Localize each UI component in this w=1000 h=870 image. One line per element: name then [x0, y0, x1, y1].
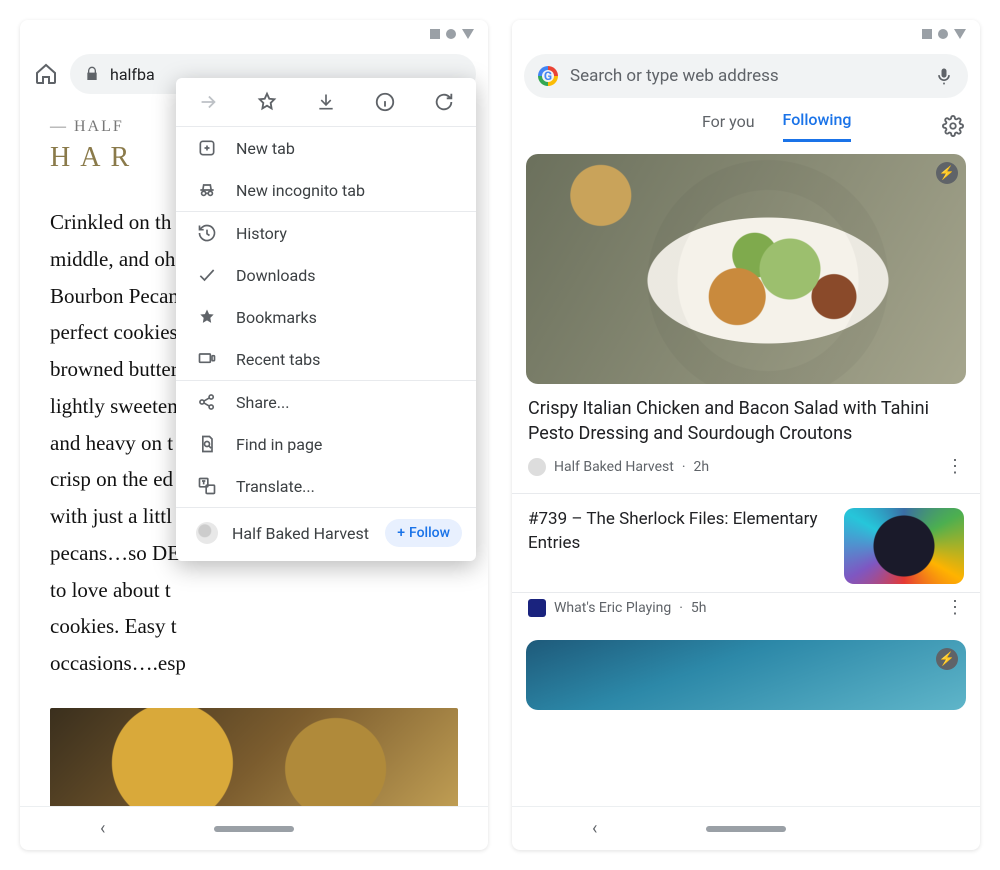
follow-button[interactable]: + Follow [385, 519, 462, 547]
menu-label: Translate... [236, 477, 315, 496]
menu-recent-tabs[interactable]: Recent tabs [176, 338, 476, 380]
feed-card[interactable]: #739 – The Sherlock Files: Elementary En… [512, 494, 980, 593]
star-icon[interactable] [255, 90, 279, 114]
menu-icon-row [176, 78, 476, 127]
blog-hero-image [50, 708, 458, 806]
overflow-menu: New tab New incognito tab History Downlo… [176, 78, 476, 561]
gear-icon[interactable] [942, 115, 964, 137]
status-square-icon [922, 29, 932, 39]
translate-icon [196, 476, 218, 496]
site-favicon [196, 522, 218, 544]
amp-badge-icon: ⚡ [936, 162, 958, 184]
card-title: Crispy Italian Chicken and Bacon Salad w… [512, 384, 980, 452]
source-favicon [528, 458, 546, 476]
menu-bookmarks[interactable]: Bookmarks [176, 296, 476, 338]
mic-icon[interactable] [934, 66, 954, 86]
system-nav-bar: ‹ [20, 806, 488, 850]
card-title: #739 – The Sherlock Files: Elementary En… [528, 508, 832, 556]
feed: ⚡ Crispy Italian Chicken and Bacon Salad… [512, 142, 980, 806]
amp-badge-icon: ⚡ [936, 648, 958, 670]
menu-label: Recent tabs [236, 350, 320, 369]
status-circle-icon [446, 29, 456, 39]
find-in-page-icon [196, 434, 218, 454]
menu-label: History [236, 224, 287, 243]
check-icon [196, 265, 218, 285]
card-hero-image: ⚡ [526, 154, 966, 384]
system-nav-bar: ‹ [512, 806, 980, 850]
download-icon[interactable] [314, 90, 338, 114]
dot-sep: · [682, 459, 686, 475]
status-bar [20, 20, 488, 48]
home-button[interactable] [32, 60, 60, 88]
status-square-icon [430, 29, 440, 39]
menu-translate[interactable]: Translate... [176, 465, 476, 507]
tab-following[interactable]: Following [783, 110, 852, 142]
overflow-dots-icon[interactable]: ⋮ [946, 597, 964, 618]
address-text: halfba [110, 65, 155, 84]
card-meta: What's Eric Playing · 5h ⋮ [512, 593, 980, 628]
menu-label: Bookmarks [236, 308, 317, 327]
back-chevron-icon[interactable]: ‹ [592, 818, 597, 839]
card-source: Half Baked Harvest [554, 459, 674, 475]
overflow-dots-icon[interactable]: ⋮ [946, 456, 964, 477]
phone-left: halfba HALF HAR Crinkled on th middle, a… [20, 20, 488, 850]
feed-card[interactable]: ⚡ [526, 640, 966, 710]
menu-downloads[interactable]: Downloads [176, 254, 476, 296]
follow-label: Follow [409, 525, 450, 541]
card-thumbnail [844, 508, 964, 584]
menu-new-tab[interactable]: New tab [176, 127, 476, 169]
incognito-icon [196, 180, 218, 200]
google-logo-icon [538, 66, 558, 86]
recent-tabs-icon [196, 349, 218, 369]
forward-icon[interactable] [196, 90, 220, 114]
history-icon [196, 223, 218, 243]
card-time: 2h [694, 459, 710, 475]
card-time: 5h [691, 600, 707, 616]
plus-icon: + [397, 525, 405, 541]
status-circle-icon [938, 29, 948, 39]
menu-label: New incognito tab [236, 181, 365, 200]
menu-label: Downloads [236, 266, 315, 285]
menu-label: Find in page [236, 435, 322, 454]
menu-share[interactable]: Share... [176, 381, 476, 423]
lock-icon [84, 66, 100, 82]
status-bar [512, 20, 980, 48]
source-favicon [528, 599, 546, 617]
menu-incognito[interactable]: New incognito tab [176, 169, 476, 211]
feed-card[interactable]: ⚡ Crispy Italian Chicken and Bacon Salad… [512, 154, 980, 494]
menu-follow-site: Half Baked Harvest + Follow [176, 508, 476, 561]
card-meta: Half Baked Harvest · 2h ⋮ [512, 452, 980, 483]
search-bar[interactable]: Search or type web address [524, 54, 968, 98]
menu-find[interactable]: Find in page [176, 423, 476, 465]
home-pill-icon[interactable] [706, 826, 786, 832]
bookmark-star-icon [196, 307, 218, 327]
tab-for-you[interactable]: For you [702, 112, 755, 141]
follow-site-name: Half Baked Harvest [232, 524, 371, 543]
menu-history[interactable]: History [176, 212, 476, 254]
dot-sep: · [679, 600, 683, 616]
card-source: What's Eric Playing [554, 600, 671, 616]
home-pill-icon[interactable] [214, 826, 294, 832]
phone-right: Search or type web address For you Follo… [512, 20, 980, 850]
share-icon [196, 392, 218, 412]
info-icon[interactable] [373, 90, 397, 114]
status-triangle-icon [954, 29, 966, 39]
new-tab-icon [196, 138, 218, 158]
status-triangle-icon [462, 29, 474, 39]
refresh-icon[interactable] [432, 90, 456, 114]
feed-tabs: For you Following [512, 98, 980, 142]
menu-label: Share... [236, 393, 289, 412]
search-placeholder: Search or type web address [570, 66, 922, 86]
menu-label: New tab [236, 139, 295, 158]
back-chevron-icon[interactable]: ‹ [100, 818, 105, 839]
